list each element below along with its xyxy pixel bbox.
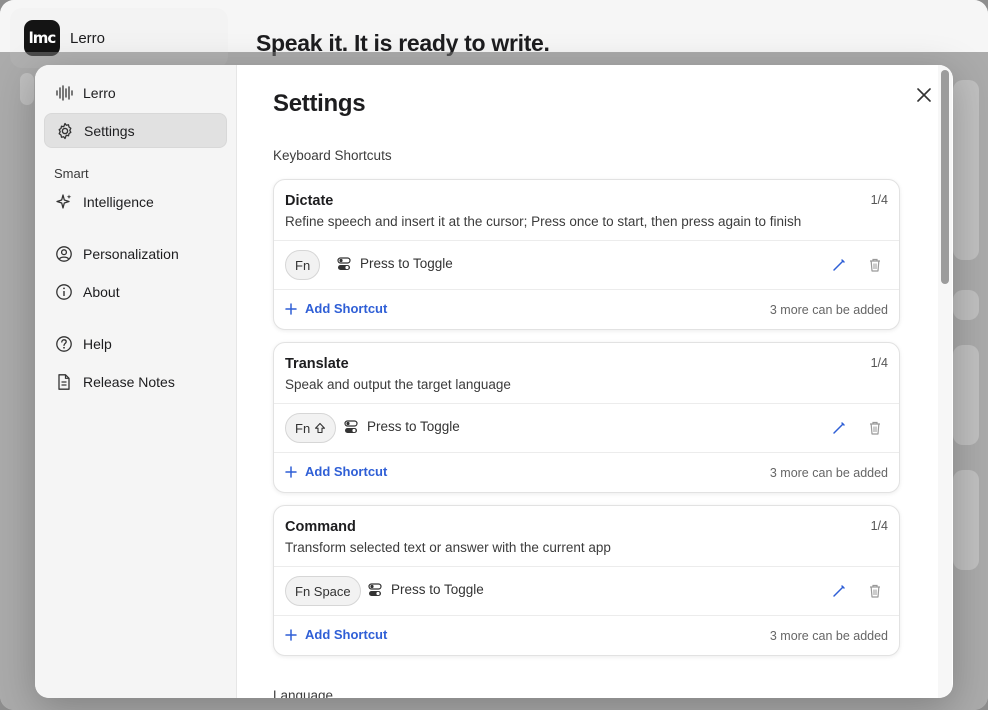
sidebar-item-lerro[interactable]: Lerro xyxy=(44,75,227,110)
background-panel xyxy=(953,80,979,260)
close-button[interactable] xyxy=(913,84,935,106)
section-label-keyboard-shortcuts: Keyboard Shortcuts xyxy=(273,148,392,163)
trash-icon xyxy=(870,584,880,598)
shortcut-mode-label: Press to Toggle xyxy=(367,419,460,434)
shortcut-card-translate: Translate 1/4 Speak and output the targe… xyxy=(273,342,900,493)
pencil-icon xyxy=(833,422,845,434)
gear-icon xyxy=(56,122,74,140)
card-description: Speak and output the target language xyxy=(285,377,511,392)
background-app-name: Lerro xyxy=(70,30,106,47)
close-icon xyxy=(917,88,931,102)
sidebar-item-about[interactable]: About xyxy=(44,274,227,309)
card-header: Translate 1/4 Speak and output the targe… xyxy=(274,343,899,404)
edit-shortcut-button[interactable] xyxy=(831,420,847,436)
sidebar-item-label: Help xyxy=(83,335,112,352)
settings-modal: Lerro Settings Smart Intelligence Person… xyxy=(35,65,953,698)
card-title: Dictate xyxy=(285,193,334,209)
sidebar-item-personalization[interactable]: Personalization xyxy=(44,236,227,271)
card-footer: Add Shortcut 3 more can be added xyxy=(274,616,899,655)
settings-sidebar: Lerro Settings Smart Intelligence Person… xyxy=(35,65,237,698)
background-panel xyxy=(953,345,979,445)
delete-shortcut-button[interactable] xyxy=(867,257,883,273)
plus-icon xyxy=(285,302,297,315)
shortcut-mode[interactable]: Press to Toggle xyxy=(368,582,484,597)
add-shortcut-button[interactable]: Add Shortcut xyxy=(285,301,387,316)
shortcut-key-pill[interactable]: Fn xyxy=(285,250,321,280)
app-logo: lmc xyxy=(24,20,60,56)
sidebar-item-help[interactable]: Help xyxy=(44,326,227,361)
sidebar-item-release-notes[interactable]: Release Notes xyxy=(44,364,227,399)
sidebar-item-label: Release Notes xyxy=(83,373,175,390)
shortcut-row: Fn Press to Toggle xyxy=(274,404,899,453)
shortcut-mode-label: Press to Toggle xyxy=(391,582,484,597)
edit-shortcut-button[interactable] xyxy=(831,257,847,273)
sidebar-item-label: Intelligence xyxy=(83,193,154,210)
shift-icon xyxy=(315,422,326,434)
sidebar-item-label: About xyxy=(83,283,120,300)
shortcut-count: 1/4 xyxy=(870,519,888,533)
card-footer: Add Shortcut 3 more can be added xyxy=(274,453,899,492)
settings-main: Settings Keyboard Shortcuts Dictate 1/4 … xyxy=(237,65,953,698)
shortcut-key-label: Fn xyxy=(295,420,311,436)
section-label-language: Language xyxy=(273,688,334,698)
user-circle-icon xyxy=(55,245,73,263)
page-title: Settings xyxy=(273,90,366,117)
shortcut-row: Fn Space Press to Toggle xyxy=(274,567,899,616)
toggle-icon xyxy=(368,582,382,596)
plus-icon xyxy=(285,628,297,641)
sidebar-section-smart: Smart xyxy=(54,166,89,181)
add-shortcut-button[interactable]: Add Shortcut xyxy=(285,627,387,642)
shortcut-key-pill[interactable]: Fn Space xyxy=(285,576,361,606)
trash-icon xyxy=(870,258,880,272)
sidebar-item-intelligence[interactable]: Intelligence xyxy=(44,184,227,219)
add-shortcut-label: Add Shortcut xyxy=(305,627,388,642)
shortcut-mode-label: Press to Toggle xyxy=(360,256,453,271)
shortcut-mode[interactable]: Press to Toggle xyxy=(344,419,460,434)
delete-shortcut-button[interactable] xyxy=(867,420,883,436)
background-panel xyxy=(20,73,34,105)
toggle-icon xyxy=(337,256,351,270)
trash-icon xyxy=(870,421,880,435)
add-shortcut-label: Add Shortcut xyxy=(305,301,388,316)
card-header: Command 1/4 Transform selected text or a… xyxy=(274,506,899,567)
delete-shortcut-button[interactable] xyxy=(867,583,883,599)
shortcut-key-label: Fn Space xyxy=(295,583,351,599)
card-title: Translate xyxy=(285,356,349,372)
sidebar-item-label: Lerro xyxy=(83,84,116,101)
question-icon xyxy=(55,335,73,353)
document-icon xyxy=(55,373,73,391)
card-description: Refine speech and insert it at the curso… xyxy=(285,214,802,229)
waveform-icon xyxy=(55,84,73,102)
sparkle-icon xyxy=(55,193,73,211)
remaining-shortcuts-text: 3 more can be added xyxy=(769,466,888,480)
sidebar-item-settings[interactable]: Settings xyxy=(44,113,227,148)
pencil-icon xyxy=(833,259,845,271)
toggle-icon xyxy=(344,419,358,433)
info-icon xyxy=(55,283,73,301)
shortcut-mode[interactable]: Press to Toggle xyxy=(337,256,453,271)
shortcut-row: Fn Press to Toggle xyxy=(274,241,899,290)
sidebar-item-label: Personalization xyxy=(83,245,179,262)
card-header: Dictate 1/4 Refine speech and insert it … xyxy=(274,180,899,241)
card-description: Transform selected text or answer with t… xyxy=(285,540,611,555)
shortcut-card-dictate: Dictate 1/4 Refine speech and insert it … xyxy=(273,179,900,330)
background-panel xyxy=(953,290,979,320)
card-footer: Add Shortcut 3 more can be added xyxy=(274,290,899,329)
scrollbar-thumb[interactable] xyxy=(941,70,949,284)
plus-icon xyxy=(285,465,297,478)
remaining-shortcuts-text: 3 more can be added xyxy=(769,629,888,643)
pencil-icon xyxy=(833,585,845,597)
shortcut-count: 1/4 xyxy=(870,193,888,207)
remaining-shortcuts-text: 3 more can be added xyxy=(769,303,888,317)
shortcut-key-label: Fn xyxy=(295,257,311,273)
card-title: Command xyxy=(285,519,356,535)
add-shortcut-button[interactable]: Add Shortcut xyxy=(285,464,387,479)
sidebar-item-label: Settings xyxy=(84,122,135,139)
shortcut-key-pill[interactable]: Fn xyxy=(285,413,337,443)
background-panel xyxy=(953,470,979,570)
edit-shortcut-button[interactable] xyxy=(831,583,847,599)
add-shortcut-label: Add Shortcut xyxy=(305,464,388,479)
shortcut-card-command: Command 1/4 Transform selected text or a… xyxy=(273,505,900,656)
shortcut-count: 1/4 xyxy=(870,356,888,370)
